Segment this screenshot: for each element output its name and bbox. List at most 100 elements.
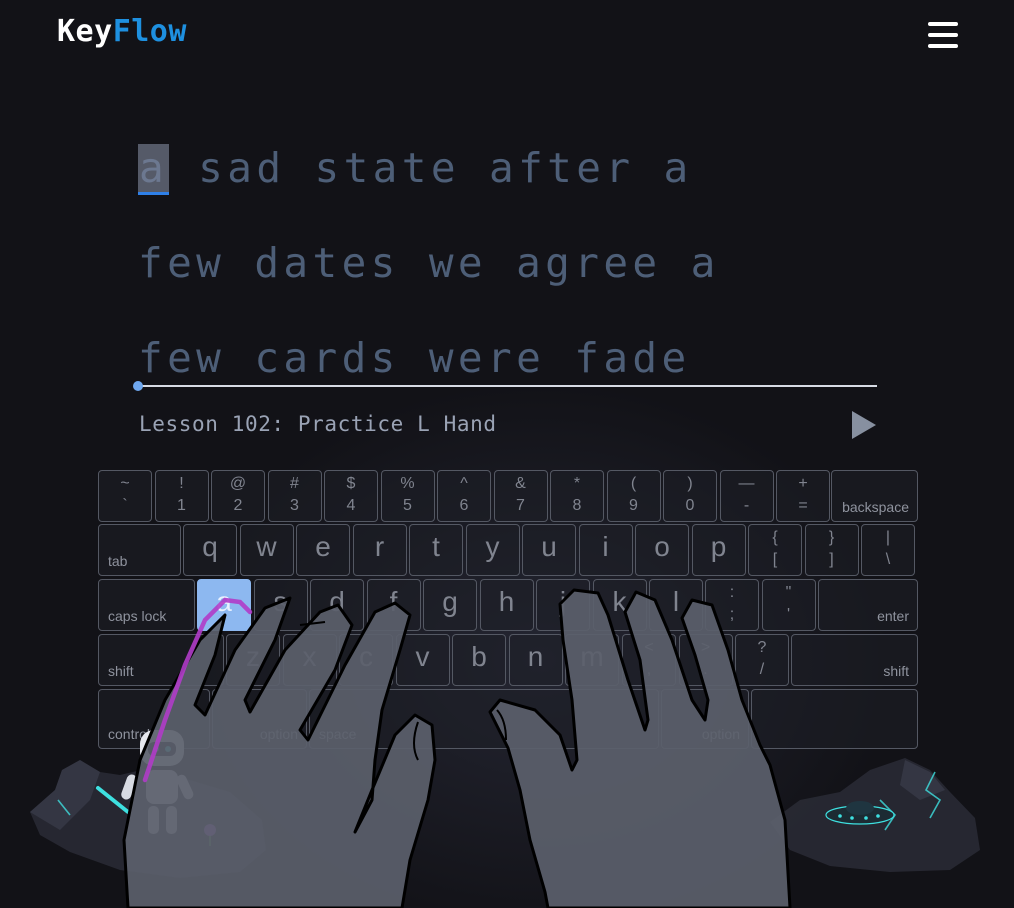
key-p[interactable]: p bbox=[691, 524, 746, 576]
right-rock-icon bbox=[770, 758, 980, 872]
key-symbol[interactable]: | \ bbox=[861, 524, 915, 576]
virtual-keyboard: ~ `! 1 @2 #3 $4% 5 ^ 6 & 7 * 8(9) 0— - + = backspace tab q w… bbox=[98, 470, 918, 752]
key-u[interactable]: u bbox=[522, 524, 576, 576]
key-top-label: ~ bbox=[120, 475, 130, 492]
key-g[interactable]: g bbox=[423, 579, 477, 631]
typing-text: a sad state after a few dates we agree a… bbox=[138, 138, 878, 423]
caps-lock-key[interactable]: caps lock bbox=[98, 579, 195, 631]
key-symbol[interactable]: & 7 bbox=[493, 470, 548, 522]
key-c[interactable]: c bbox=[339, 634, 393, 686]
current-character: a bbox=[138, 144, 170, 195]
key-bottom-label: \ bbox=[885, 551, 891, 568]
key-letter: r bbox=[374, 531, 385, 562]
key-top-label: % bbox=[400, 475, 415, 492]
key-symbol[interactable]: + = bbox=[776, 470, 830, 522]
key-top-label: $ bbox=[346, 475, 356, 492]
key-symbol[interactable]: ! 1 bbox=[154, 470, 209, 522]
key-top-label: ^ bbox=[460, 475, 468, 492]
key-bottom-label: ] bbox=[829, 551, 834, 568]
key-b[interactable]: b bbox=[452, 634, 506, 686]
key-label: shift bbox=[883, 663, 909, 679]
key-r[interactable]: r bbox=[352, 524, 407, 576]
key-m[interactable]: m bbox=[565, 634, 619, 686]
key-top-label: " bbox=[785, 584, 792, 601]
key-o[interactable]: o bbox=[635, 524, 689, 576]
key-top-label: { bbox=[772, 529, 778, 546]
key-symbol[interactable]: ~ ` bbox=[98, 470, 152, 522]
key-bottom-label: / bbox=[759, 661, 765, 678]
tab-key[interactable]: tab bbox=[98, 524, 181, 576]
key-symbol[interactable]: (9 bbox=[606, 470, 661, 522]
key-i[interactable]: i bbox=[578, 524, 633, 576]
key-letter: n bbox=[527, 641, 544, 672]
key-symbol[interactable]: :; bbox=[705, 579, 759, 631]
hands-scene bbox=[30, 588, 980, 908]
key-bottom-label: 4 bbox=[346, 497, 356, 514]
key-symbol[interactable]: <, bbox=[622, 634, 676, 686]
key-j[interactable]: j bbox=[536, 579, 590, 631]
key-letter: y bbox=[485, 531, 500, 562]
key-x[interactable]: x bbox=[282, 634, 337, 686]
key-symbol[interactable]: }] bbox=[804, 524, 859, 576]
key-y[interactable]: y bbox=[465, 524, 520, 576]
key-k[interactable]: k bbox=[592, 579, 647, 631]
control-key[interactable]: control bbox=[98, 689, 210, 749]
key-letter: m bbox=[580, 641, 604, 672]
key-bottom-label: ` bbox=[122, 497, 128, 514]
key-z[interactable]: z bbox=[226, 634, 280, 686]
key-top-label: ( bbox=[630, 475, 637, 492]
key-symbol[interactable]: ? / bbox=[735, 634, 789, 686]
key-symbol[interactable]: — - bbox=[719, 470, 774, 522]
key-letter: q bbox=[202, 531, 218, 562]
key-symbol[interactable]: ) 0 bbox=[663, 470, 717, 522]
shift-left-key[interactable]: shift bbox=[98, 634, 224, 686]
play-icon[interactable] bbox=[849, 410, 879, 440]
key-d[interactable]: d bbox=[310, 579, 364, 631]
space-key[interactable]: space bbox=[309, 689, 659, 749]
text-line: few cards were fade bbox=[138, 334, 691, 382]
key-symbol[interactable]: >. bbox=[678, 634, 733, 686]
key-h[interactable]: h bbox=[479, 579, 534, 631]
enter-key[interactable]: enter bbox=[818, 579, 918, 631]
hamburger-icon[interactable] bbox=[928, 22, 958, 48]
key-w[interactable]: w bbox=[239, 524, 294, 576]
top-bar: KeyFlow bbox=[0, 0, 1014, 70]
key-q[interactable]: q bbox=[183, 524, 237, 576]
key-l[interactable]: l bbox=[649, 579, 703, 631]
key-e[interactable]: e bbox=[296, 524, 350, 576]
option-left-key[interactable]: option bbox=[212, 689, 307, 749]
key-label: backspace bbox=[842, 499, 909, 515]
key-label: tab bbox=[108, 553, 128, 569]
key-symbol[interactable]: #3 bbox=[267, 470, 322, 522]
arrow-keys-area[interactable] bbox=[751, 689, 918, 749]
key-s[interactable]: s bbox=[253, 579, 308, 631]
backspace-key[interactable]: backspace bbox=[831, 470, 918, 522]
key-bottom-label: 7 bbox=[516, 497, 525, 514]
key-bottom-label: 1 bbox=[177, 497, 186, 514]
key-symbol[interactable]: ^ 6 bbox=[437, 470, 491, 522]
progress-handle[interactable] bbox=[133, 381, 143, 391]
key-symbol[interactable]: @2 bbox=[211, 470, 265, 522]
key-a[interactable]: a bbox=[197, 579, 251, 631]
key-t[interactable]: t bbox=[409, 524, 463, 576]
key-bottom-label: 9 bbox=[629, 497, 638, 514]
key-symbol[interactable]: $4 bbox=[324, 470, 378, 522]
key-letter: o bbox=[654, 531, 670, 562]
key-n[interactable]: n bbox=[508, 634, 563, 686]
key-symbol[interactable]: * 8 bbox=[550, 470, 604, 522]
key-f[interactable]: f bbox=[366, 579, 421, 631]
key-v[interactable]: v bbox=[395, 634, 450, 686]
shift-right-key[interactable]: shift bbox=[791, 634, 918, 686]
flower-icon bbox=[204, 824, 216, 846]
key-top-label: + bbox=[798, 475, 808, 492]
key-symbol[interactable]: " ' bbox=[761, 579, 816, 631]
key-letter: f bbox=[389, 586, 398, 617]
logo[interactable]: KeyFlow bbox=[57, 14, 187, 49]
key-label: shift bbox=[108, 663, 134, 679]
key-letter: g bbox=[442, 586, 458, 617]
key-letter: l bbox=[672, 586, 680, 617]
key-symbol[interactable]: % 5 bbox=[380, 470, 435, 522]
key-symbol[interactable]: {[ bbox=[748, 524, 802, 576]
option-right-key[interactable]: option bbox=[661, 689, 749, 749]
key-letter: b bbox=[471, 641, 487, 672]
